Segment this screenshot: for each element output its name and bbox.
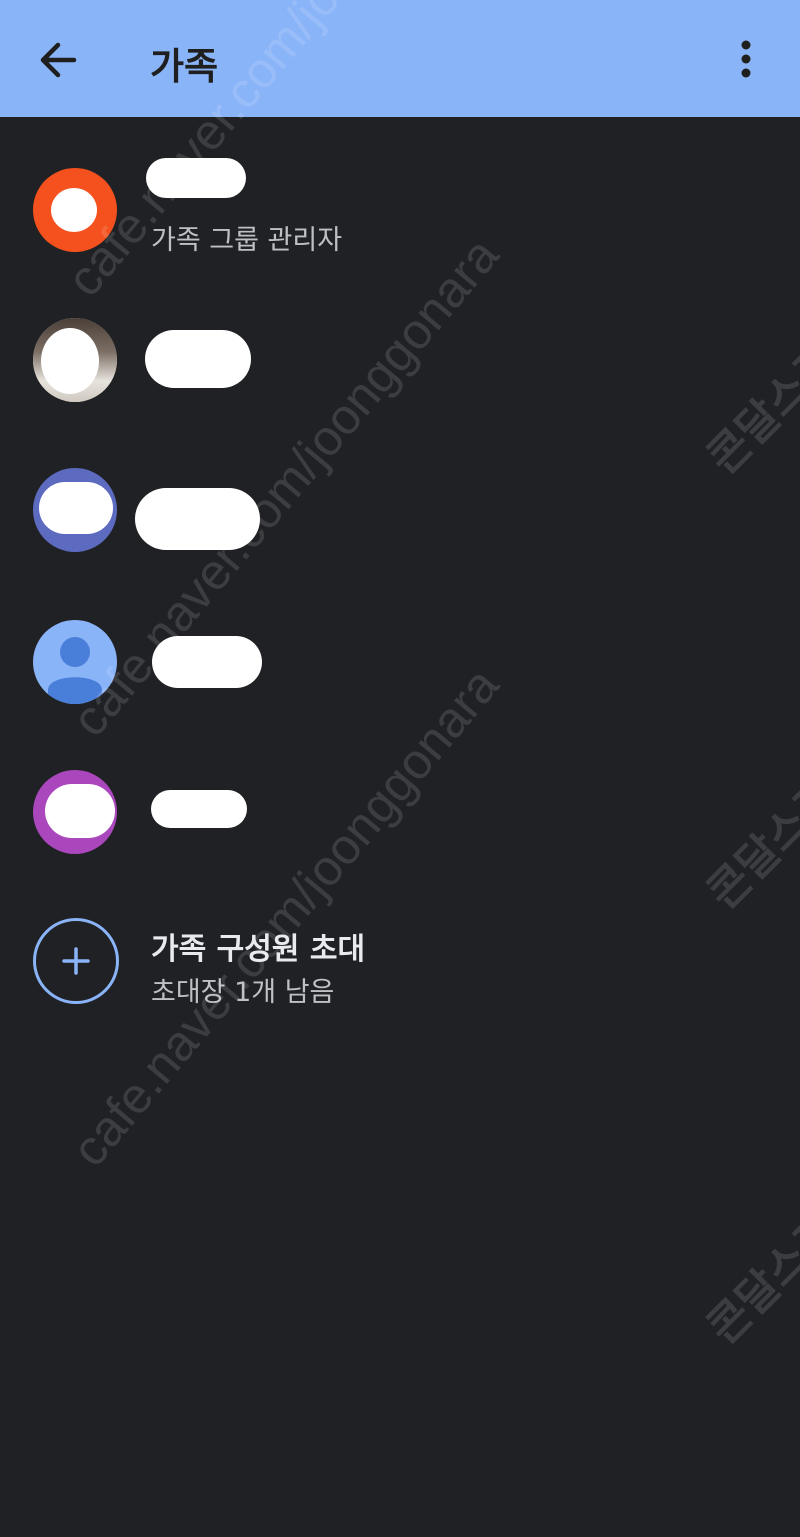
redacted-name bbox=[146, 158, 246, 198]
app-bar: 가족 bbox=[0, 0, 800, 117]
member-role: 가족 그룹 관리자 bbox=[151, 225, 343, 256]
invite-title: 가족 구성원 초대 bbox=[151, 932, 366, 967]
redacted-name bbox=[151, 790, 247, 828]
avatar bbox=[33, 318, 117, 402]
member-item[interactable]: 가족 그룹 관리자 bbox=[0, 158, 800, 308]
watermark: 콘달스포츠 bbox=[698, 1175, 800, 1354]
redacted-name bbox=[145, 330, 251, 388]
plus-icon bbox=[62, 947, 90, 975]
avatar bbox=[33, 468, 117, 552]
avatar bbox=[33, 770, 117, 854]
avatar bbox=[33, 620, 117, 704]
member-item[interactable] bbox=[0, 468, 800, 608]
invite-remaining: 초대장 1개 남음 bbox=[151, 977, 335, 1008]
redacted-name bbox=[152, 636, 262, 688]
person-icon bbox=[48, 637, 102, 704]
add-member-button[interactable] bbox=[33, 918, 119, 1004]
redacted-name bbox=[135, 488, 260, 550]
back-button[interactable] bbox=[24, 28, 92, 92]
member-item[interactable] bbox=[0, 318, 800, 458]
page-title: 가족 bbox=[150, 45, 219, 88]
more-options-button[interactable] bbox=[716, 28, 776, 92]
avatar bbox=[33, 168, 117, 252]
member-item[interactable] bbox=[0, 620, 800, 760]
arrow-left-icon bbox=[40, 42, 77, 78]
more-vert-icon bbox=[741, 40, 751, 78]
member-item[interactable] bbox=[0, 770, 800, 910]
invite-member-item[interactable]: 가족 구성원 초대 초대장 1개 남음 bbox=[0, 918, 800, 1058]
